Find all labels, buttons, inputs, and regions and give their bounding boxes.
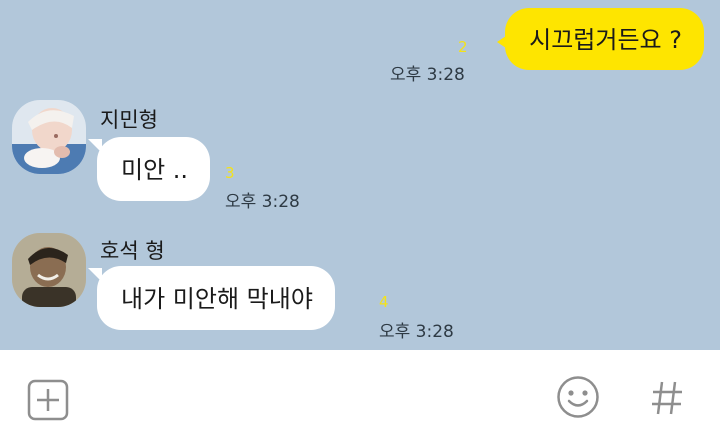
sender-name: 호석 형 <box>100 239 165 263</box>
sender-name: 지민형 <box>100 108 158 132</box>
read-count: 3 <box>225 164 235 182</box>
avatar-image-jimin <box>12 100 86 174</box>
avatar[interactable] <box>12 233 86 307</box>
message-time: 오후 3:28 <box>390 65 465 85</box>
avatar-image-hoseok <box>12 233 86 307</box>
incoming-message-bubble[interactable]: 내가 미안해 막내야 <box>88 266 335 330</box>
hashtag-icon[interactable] <box>650 380 684 420</box>
message-time: 오후 3:28 <box>225 192 300 212</box>
emoji-smile-icon[interactable] <box>556 375 600 423</box>
avatar[interactable] <box>12 100 86 174</box>
read-count: 2 <box>458 38 468 56</box>
message-input-bar[interactable] <box>0 350 720 445</box>
read-count: 4 <box>379 293 389 311</box>
plus-square-icon[interactable] <box>27 379 69 425</box>
outgoing-message-bubble[interactable]: 시끄럽거든요 ? <box>497 8 704 70</box>
incoming-message-bubble[interactable]: 미안 .. <box>87 137 211 201</box>
message-time: 오후 3:28 <box>379 322 454 342</box>
chat-area[interactable]: 시끄럽거든요 ? 2 오후 3:28 지민형 미안 .. 3 오후 3:28 호… <box>0 0 720 350</box>
